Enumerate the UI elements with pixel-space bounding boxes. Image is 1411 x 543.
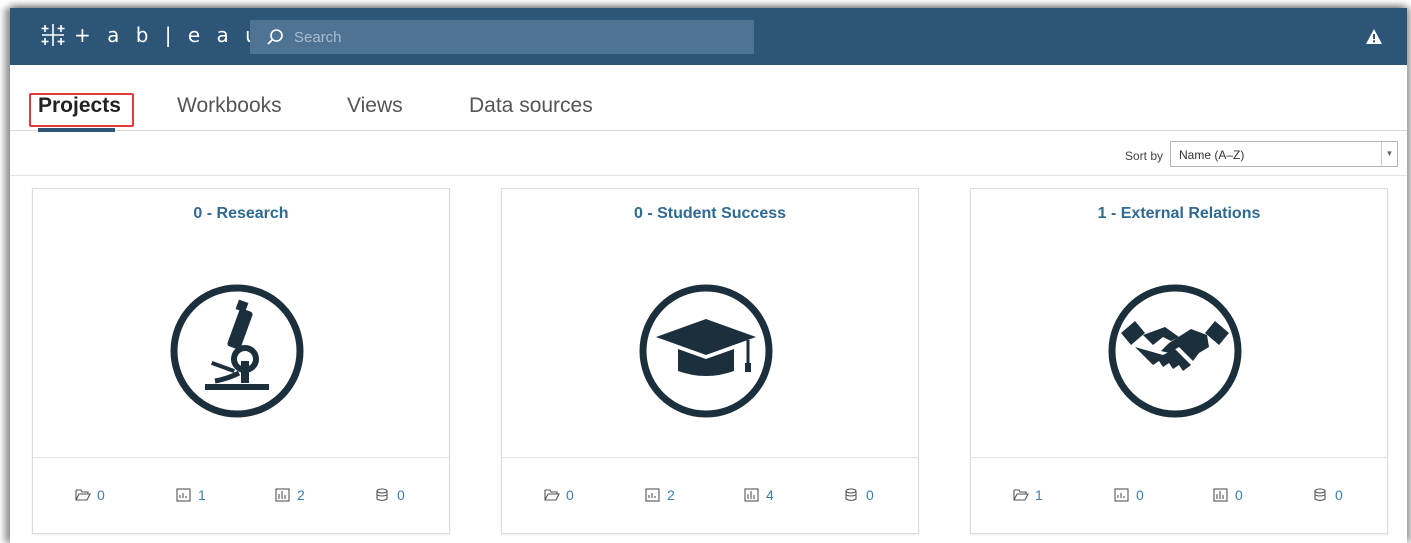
workbooks-count[interactable]: 1 bbox=[176, 487, 206, 503]
sort-dropdown[interactable]: Name (A–Z) ▼ bbox=[1170, 141, 1398, 167]
tab-data-sources[interactable]: Data sources bbox=[469, 94, 593, 118]
project-card-external-relations[interactable]: 1 - External Relations 1 0 0 0 bbox=[970, 188, 1388, 534]
top-navigation-bar: + a b | e a u bbox=[10, 8, 1407, 65]
workbooks-count[interactable]: 0 bbox=[1114, 487, 1144, 503]
count-value: 1 bbox=[1035, 487, 1043, 503]
project-card-student-success[interactable]: 0 - Student Success 0 2 4 0 bbox=[501, 188, 919, 534]
nested-projects-count[interactable]: 1 bbox=[1013, 487, 1043, 503]
tableau-logo[interactable]: + a b | e a u bbox=[38, 20, 263, 50]
tab-workbooks[interactable]: Workbooks bbox=[177, 94, 282, 118]
logo-wordmark: + a b | e a u bbox=[74, 23, 263, 47]
app-window: + a b | e a u Projects Workbooks Views D… bbox=[10, 8, 1407, 543]
count-value: 0 bbox=[1335, 487, 1343, 503]
project-card-research[interactable]: 0 - Research 0 1 2 0 bbox=[32, 188, 450, 534]
nested-projects-count[interactable]: 0 bbox=[75, 487, 105, 503]
count-value: 0 bbox=[1136, 487, 1144, 503]
folder-icon bbox=[75, 489, 91, 501]
database-icon bbox=[1314, 488, 1326, 502]
count-value: 0 bbox=[1235, 487, 1243, 503]
card-divider bbox=[33, 457, 449, 458]
sort-label: Sort by bbox=[1125, 149, 1164, 163]
datasources-count[interactable]: 0 bbox=[1313, 487, 1343, 503]
nested-projects-count[interactable]: 0 bbox=[544, 487, 574, 503]
database-icon bbox=[845, 488, 857, 502]
handshake-icon bbox=[1108, 284, 1242, 418]
views-count[interactable]: 2 bbox=[275, 487, 305, 503]
count-value: 0 bbox=[397, 487, 405, 503]
count-value: 0 bbox=[566, 487, 574, 503]
card-divider bbox=[502, 457, 918, 458]
datasources-count[interactable]: 0 bbox=[375, 487, 405, 503]
count-value: 2 bbox=[667, 487, 675, 503]
sort-selected-value: Name (A–Z) bbox=[1179, 148, 1245, 162]
sort-bar: Sort by Name (A–Z) ▼ bbox=[10, 132, 1407, 176]
view-icon bbox=[1213, 488, 1228, 502]
tab-projects[interactable]: Projects bbox=[38, 94, 121, 118]
count-value: 0 bbox=[97, 487, 105, 503]
project-title[interactable]: 1 - External Relations bbox=[971, 205, 1387, 223]
folder-icon bbox=[544, 489, 560, 501]
count-value: 0 bbox=[866, 487, 874, 503]
count-value: 4 bbox=[766, 487, 774, 503]
search-box[interactable] bbox=[250, 20, 754, 54]
content-tabs: Projects Workbooks Views Data sources bbox=[10, 65, 1407, 132]
view-icon bbox=[744, 488, 759, 502]
workbook-icon bbox=[176, 488, 191, 502]
views-count[interactable]: 4 bbox=[744, 487, 774, 503]
database-icon bbox=[376, 488, 388, 502]
workbooks-count[interactable]: 2 bbox=[645, 487, 675, 503]
alert-icon[interactable] bbox=[1365, 28, 1383, 45]
workbook-icon bbox=[645, 488, 660, 502]
card-divider bbox=[971, 457, 1387, 458]
views-count[interactable]: 0 bbox=[1213, 487, 1243, 503]
count-value: 2 bbox=[297, 487, 305, 503]
datasources-count[interactable]: 0 bbox=[844, 487, 874, 503]
count-value: 1 bbox=[198, 487, 206, 503]
graduation-cap-icon bbox=[639, 284, 773, 418]
workbook-icon bbox=[1114, 488, 1129, 502]
chevron-down-icon[interactable]: ▼ bbox=[1381, 142, 1397, 166]
tab-views[interactable]: Views bbox=[347, 94, 403, 118]
project-title[interactable]: 0 - Student Success bbox=[502, 205, 918, 223]
project-title[interactable]: 0 - Research bbox=[33, 205, 449, 223]
folder-icon bbox=[1013, 489, 1029, 501]
search-icon bbox=[267, 29, 283, 45]
search-input[interactable] bbox=[294, 28, 734, 46]
microscope-icon bbox=[170, 284, 304, 418]
view-icon bbox=[275, 488, 290, 502]
tableau-logo-icon bbox=[41, 24, 65, 46]
